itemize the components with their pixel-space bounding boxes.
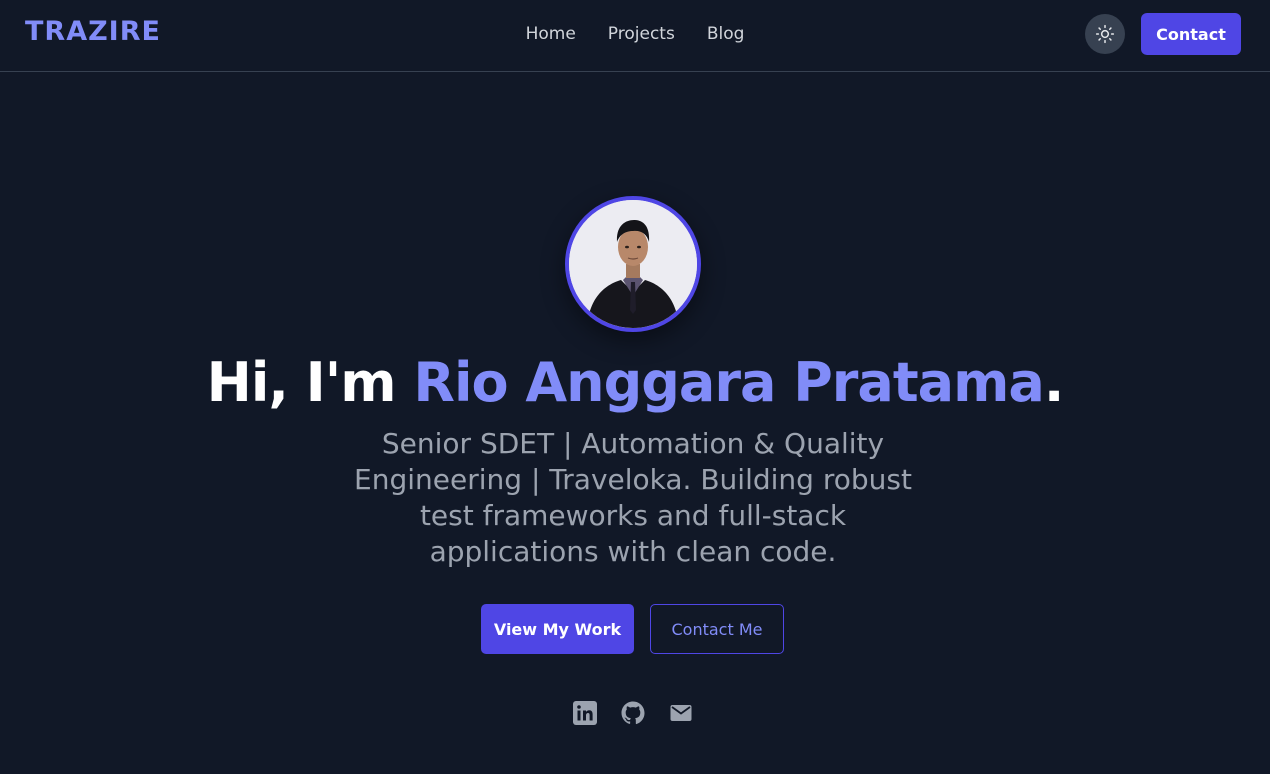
hero-headline: Hi, I'm Rio Anggara Pratama. [0,348,1270,418]
profile-photo [569,200,697,328]
mail-icon [670,705,692,721]
email-link[interactable] [669,701,693,725]
linkedin-icon [573,701,597,725]
sun-icon [1095,24,1115,44]
greeting-text: Hi, I'm [206,351,414,414]
nav-link-projects[interactable]: Projects [608,22,675,46]
github-link[interactable] [621,701,645,725]
hero-name: Rio Anggara Pratama [413,351,1044,414]
navbar: TRAZIRE Home Projects Blog Contact [0,0,1270,72]
hero-subtitle: Senior SDET | Automation & Quality Engin… [354,427,912,568]
social-links [573,701,693,725]
nav-links: Home Projects Blog [0,22,1270,46]
view-my-work-button[interactable]: View My Work [481,604,634,654]
brand-logo[interactable]: TRAZIRE [25,16,161,47]
headline-period: . [1043,351,1064,414]
nav-link-blog[interactable]: Blog [707,22,745,46]
linkedin-link[interactable] [573,701,597,725]
github-icon [621,701,645,725]
avatar [565,196,701,332]
contact-button[interactable]: Contact [1141,13,1241,55]
nav-link-home[interactable]: Home [526,22,576,46]
contact-me-button[interactable]: Contact Me [650,604,784,654]
theme-toggle-button[interactable] [1085,14,1125,54]
